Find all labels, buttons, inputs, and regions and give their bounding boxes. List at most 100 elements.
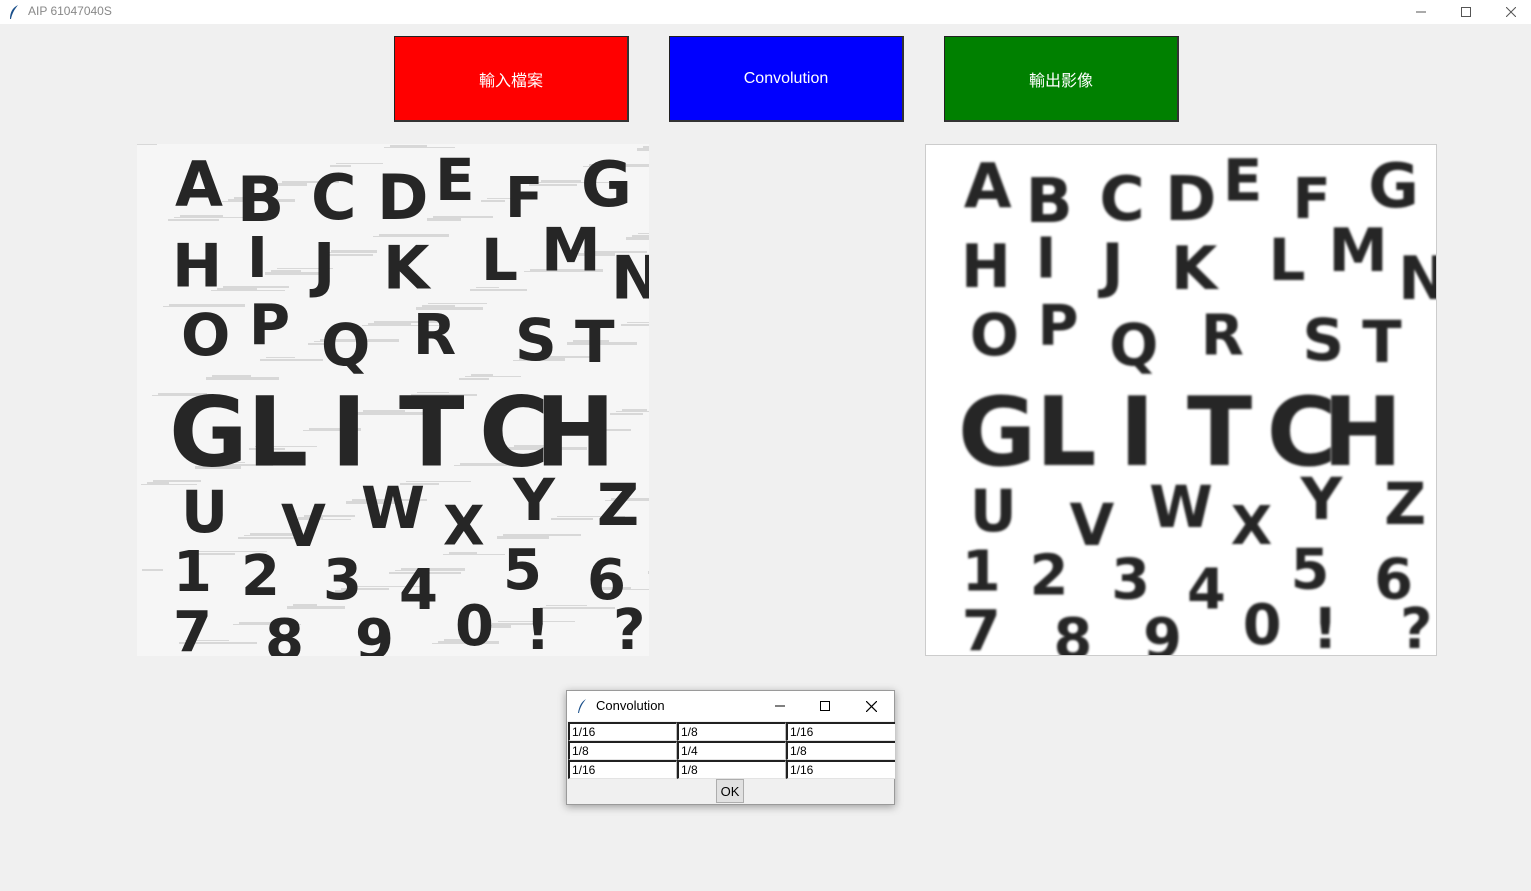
dialog-close-button[interactable] [848,691,894,721]
close-button[interactable] [1488,0,1531,24]
glyph: Z [597,471,639,539]
minimize-icon [1416,11,1426,13]
minimize-button[interactable] [1398,0,1444,24]
glyph: Q [1109,311,1158,379]
glyph: Z [1384,470,1426,538]
kernel-cell-1-1[interactable] [677,741,786,760]
input-file-button[interactable]: 輸入檔案 [394,36,629,122]
maximize-icon [820,701,830,711]
kernel-cell-2-2[interactable] [786,760,895,779]
title-bar: AIP 61047040S [0,0,1531,24]
glyph: N [1398,245,1436,314]
kernel-cell-2-0[interactable] [568,760,677,779]
noise-streak [271,270,301,272]
glyph: 9 [1143,607,1182,655]
maximize-button[interactable] [1443,0,1489,24]
glyph: W [361,474,425,542]
glyph: V [281,492,326,560]
kernel-grid [568,722,895,779]
glyph: 2 [1030,543,1069,608]
glyph: N [611,244,649,314]
glyph: 1 [962,539,1001,604]
dialog-minimize-button[interactable] [757,691,803,721]
glyph: A [964,150,1012,222]
input-image-canvas: A B C D E F GH I J K L M NO P Q R S TG L I T CHU V W X Y Z1 2 3 4 5 67 8… [137,144,649,656]
glyph: ! [1312,597,1337,655]
glyph: 1 [173,540,212,605]
glyph: P [1038,293,1079,358]
glyph: ? [613,598,645,656]
kernel-cell-0-0[interactable] [568,722,677,741]
glyph: B [237,163,284,236]
glyph: L [1269,226,1306,294]
glyph: Y [512,466,556,534]
glyph: 2 [241,544,280,609]
glyph: T [1187,376,1252,488]
kernel-cell-0-1[interactable] [677,722,786,741]
glyph: M [1328,217,1387,286]
glyph: C [311,161,357,234]
noise-streak [551,518,593,520]
minimize-icon [775,705,785,707]
kernel-cell-1-2[interactable] [786,741,895,760]
glyph: P [249,293,290,358]
noise-streak [546,605,587,606]
close-icon [1506,7,1516,17]
glyph: 7 [962,599,1001,655]
glyph: G [169,376,248,488]
kernel-row [568,760,895,779]
glyph: U [181,478,228,546]
dialog-maximize-button[interactable] [802,691,848,721]
glyph: 3 [323,548,362,613]
output-image: ABCDEFGHIJKLMNOPQRSTGLITCHUVWXYZ12345678… [925,144,1437,656]
glyph: R [1201,303,1244,368]
glyph: R [413,303,456,368]
output-image-button[interactable]: 輸出影像 [944,36,1179,122]
glyph: ! [525,598,551,656]
glyph: J [309,231,335,301]
noise-streak [643,146,649,148]
glyph: K [1171,235,1220,304]
glyph: T [399,376,464,488]
glyph: J [1097,232,1123,301]
glyph: K [383,234,432,304]
noise-streak [142,569,163,571]
glyph: U [970,477,1017,545]
glyph: I [1119,376,1155,488]
dialog-title: Convolution [596,698,665,713]
noise-streak [244,535,279,536]
glyph: O [181,301,230,369]
glyph: T [575,308,615,376]
glyph: S [515,306,557,374]
kernel-row [568,741,895,760]
convolution-button[interactable]: Convolution [669,36,904,122]
glyph: F [505,166,543,231]
feather-icon [10,5,18,19]
glyph: 0 [455,594,494,656]
glyph: H [172,232,222,302]
kernel-cell-0-2[interactable] [786,722,895,741]
noise-streak [621,324,649,326]
noise-streak [627,322,649,323]
main-window: AIP 61047040S 輸入檔案 Convolution 輸出影像 ABCD… [0,0,1531,891]
kernel-cell-1-0[interactable] [568,741,677,760]
output-image-canvas: ABCDEFGHIJKLMNOPQRSTGLITCHUVWXYZ12345678… [958,146,1436,655]
noise-streak [637,148,649,151]
glyph: A [175,148,223,221]
noise-streak [433,216,493,218]
kernel-cell-2-1[interactable] [677,760,786,779]
glyph: ? [1400,597,1432,655]
glyph: G [581,148,632,221]
glyph: 9 [355,608,394,656]
glyph: F [1293,167,1331,232]
glyph: 3 [1111,547,1150,612]
glyph: S [1303,306,1345,374]
glyph: L [481,226,518,294]
maximize-icon [1461,7,1471,17]
glyph: E [435,146,475,214]
glyph: G [1368,150,1419,222]
glyph: 8 [265,608,304,656]
ok-button[interactable]: OK [716,779,744,803]
noise-streak [616,411,649,412]
glyph: 8 [1054,607,1093,655]
